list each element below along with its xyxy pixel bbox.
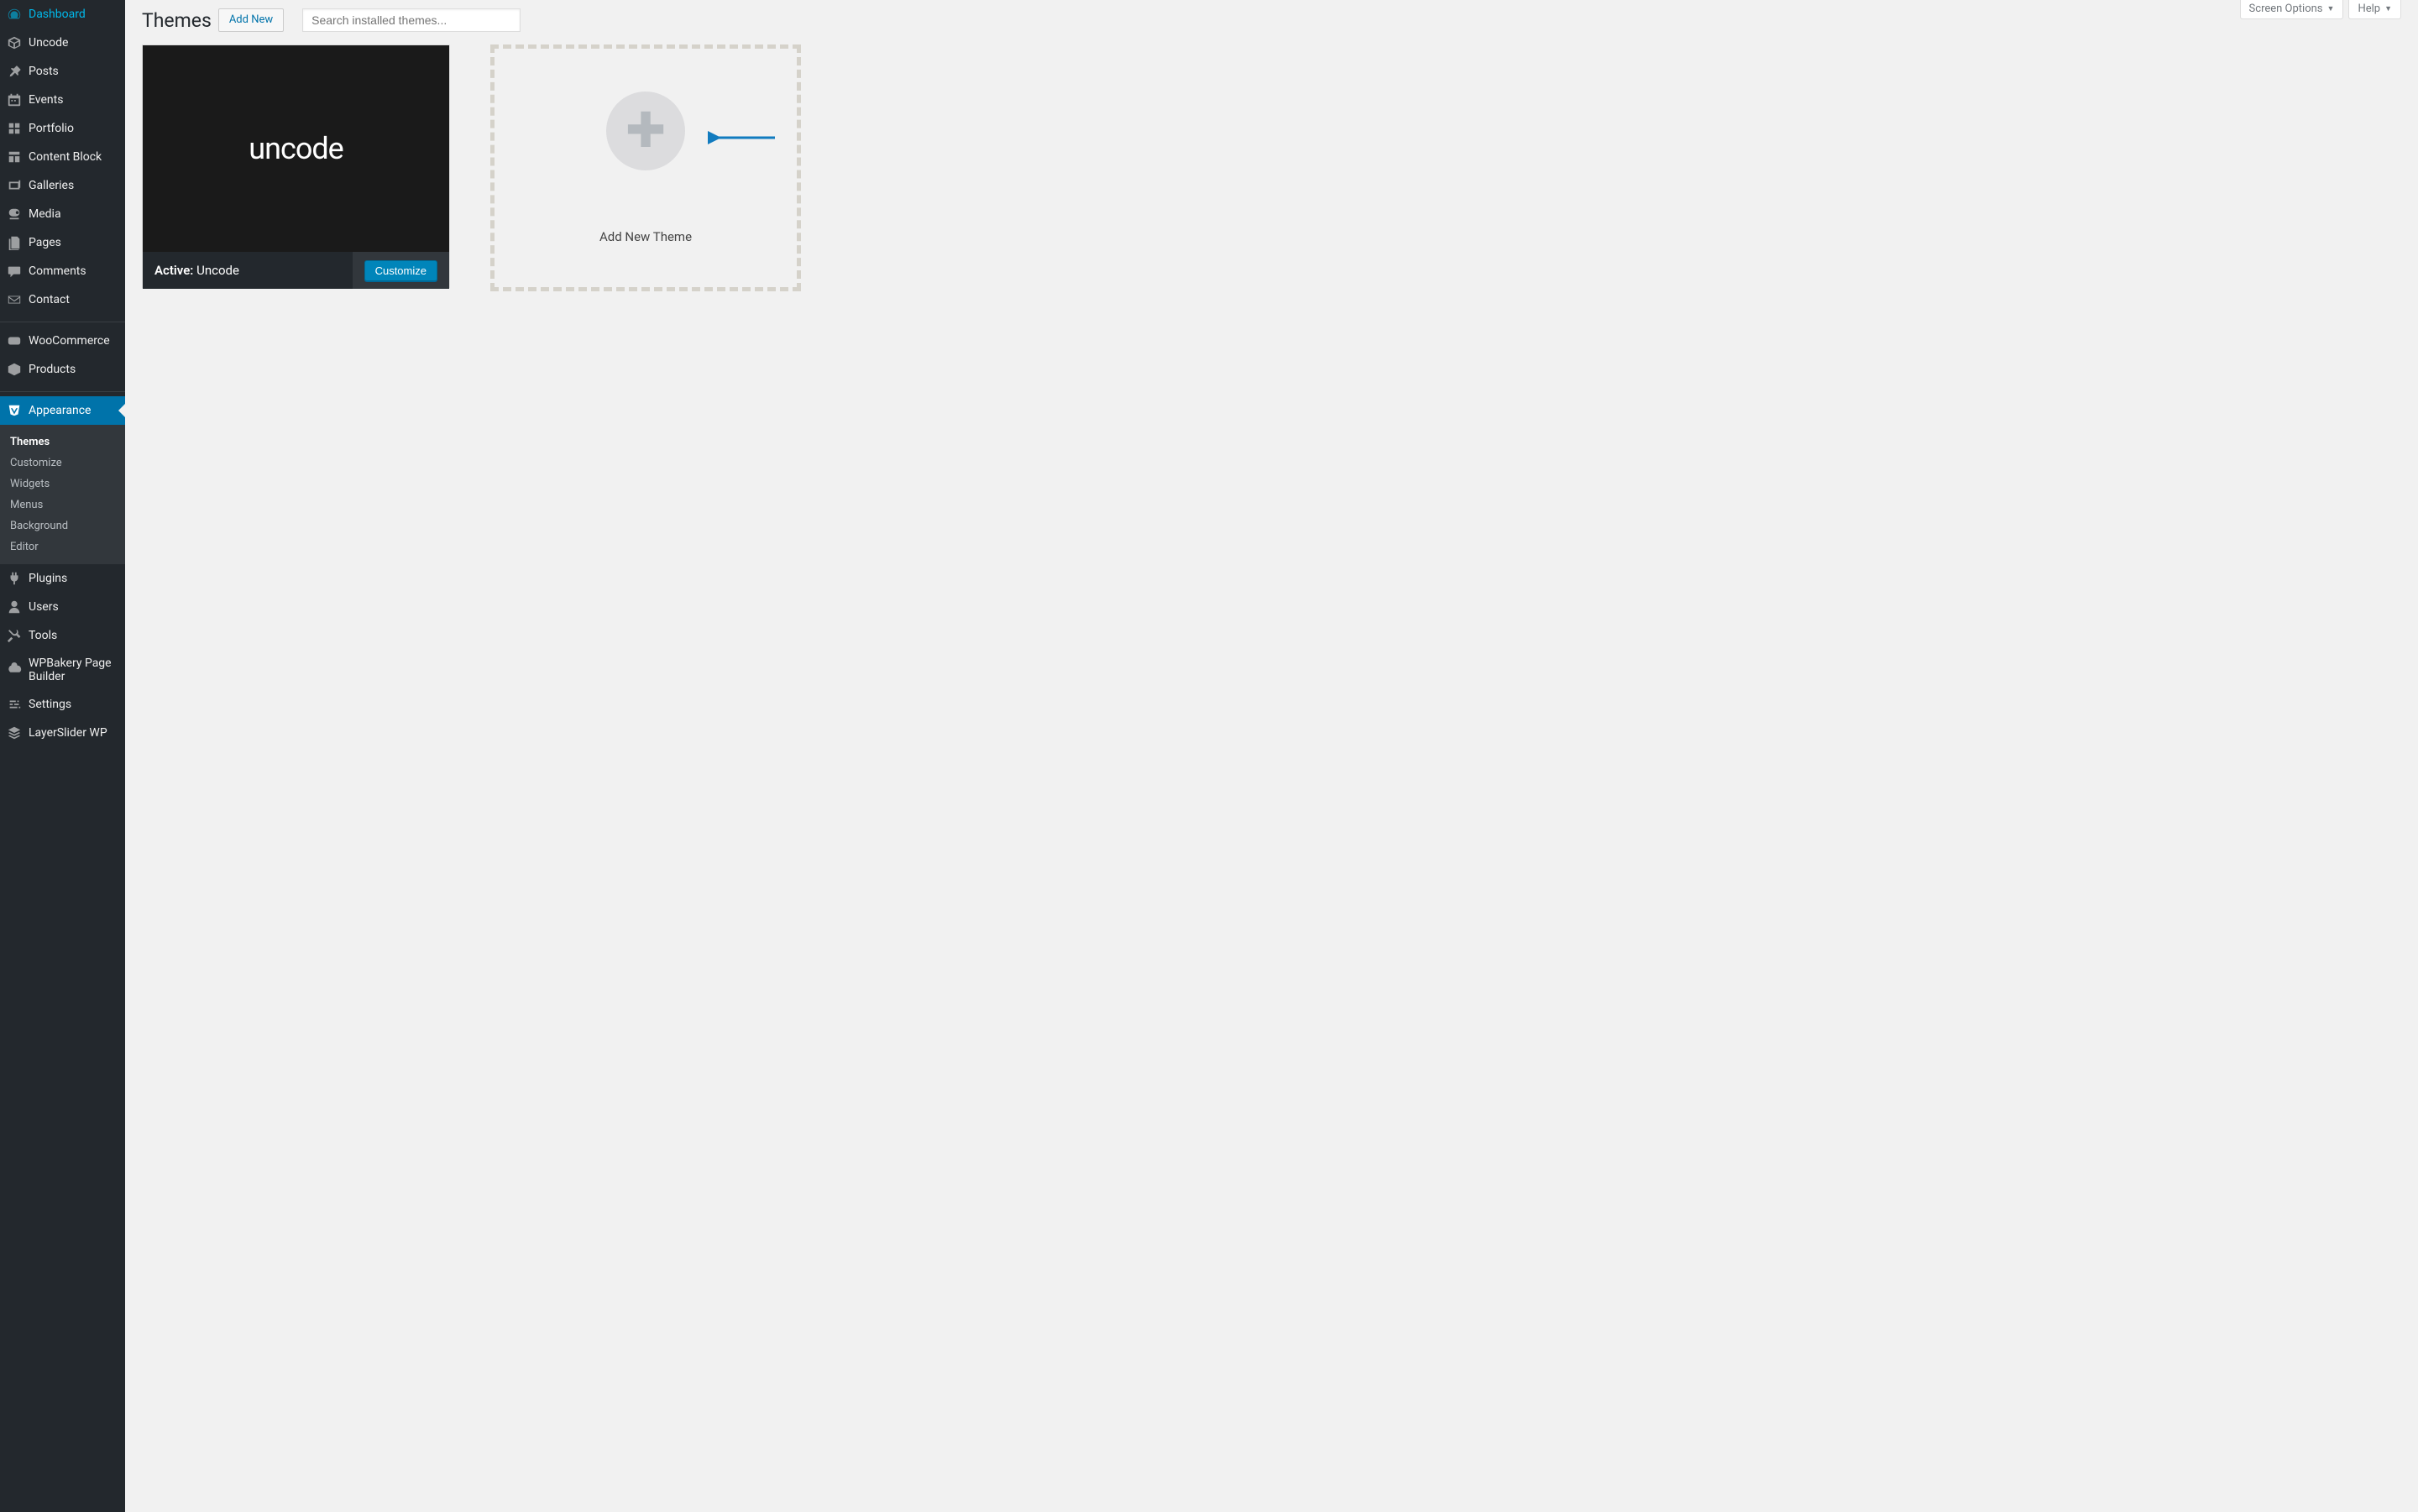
help-button[interactable]: Help ▼ xyxy=(2348,0,2401,19)
submenu-item-background[interactable]: Background xyxy=(0,515,125,536)
help-label: Help xyxy=(2358,3,2380,15)
portfolio-icon xyxy=(7,121,22,136)
sidebar-item-appearance[interactable]: Appearance xyxy=(0,396,125,425)
sidebar-item-uncode[interactable]: Uncode xyxy=(0,29,125,57)
appearance-submenu: Themes Customize Widgets Menus Backgroun… xyxy=(0,425,125,564)
sidebar-item-label: Tools xyxy=(29,629,57,642)
add-new-button[interactable]: Add New xyxy=(218,8,284,32)
theme-card-footer: Active: Uncode Customize xyxy=(143,252,449,289)
sidebar-item-plugins[interactable]: Plugins xyxy=(0,564,125,593)
appearance-icon xyxy=(7,403,22,418)
theme-card-uncode[interactable]: uncode Active: Uncode Customize xyxy=(142,44,450,288)
sidebar-item-contentblock[interactable]: Content Block xyxy=(0,143,125,171)
sidebar-item-dashboard[interactable]: Dashboard xyxy=(0,0,125,29)
sidebar-item-label: Products xyxy=(29,363,76,376)
submenu-item-editor[interactable]: Editor xyxy=(0,536,125,557)
theme-name-text: Uncode xyxy=(196,263,239,278)
chevron-down-icon: ▼ xyxy=(2327,4,2335,13)
submenu-item-customize[interactable]: Customize xyxy=(0,453,125,473)
sidebar-item-label: Portfolio xyxy=(29,122,74,135)
sidebar-item-label: Dashboard xyxy=(29,8,86,21)
page-title: Themes xyxy=(142,9,212,32)
sidebar-item-events[interactable]: Events xyxy=(0,86,125,114)
wpbakery-icon xyxy=(7,662,22,678)
calendar-icon xyxy=(7,92,22,107)
sidebar-item-label: Contact xyxy=(29,293,70,306)
plugins-icon xyxy=(7,571,22,586)
submenu-item-widgets[interactable]: Widgets xyxy=(0,473,125,494)
sidebar-item-posts[interactable]: Posts xyxy=(0,57,125,86)
comments-icon xyxy=(7,264,22,279)
sidebar-item-woocommerce[interactable]: WooCommerce xyxy=(0,327,125,355)
sidebar-item-label: Content Block xyxy=(29,150,102,164)
sidebar-item-label: Posts xyxy=(29,65,59,78)
woocommerce-icon xyxy=(7,333,22,348)
pages-icon xyxy=(7,235,22,250)
theme-actions: Customize xyxy=(353,252,449,289)
tools-icon xyxy=(7,628,22,643)
dashboard-icon xyxy=(7,7,22,22)
products-icon xyxy=(7,362,22,377)
theme-logo-text: uncode xyxy=(249,131,343,166)
arrow-icon xyxy=(708,128,778,148)
top-right-controls: Screen Options ▼ Help ▼ xyxy=(2240,0,2401,19)
media-icon xyxy=(7,207,22,222)
sidebar-item-label: Plugins xyxy=(29,572,67,585)
sidebar-item-label: Settings xyxy=(29,698,71,711)
users-icon xyxy=(7,599,22,615)
contact-icon xyxy=(7,292,22,307)
plus-icon: ✚ xyxy=(625,107,667,155)
sidebar-item-layerslider[interactable]: LayerSlider WP xyxy=(0,719,125,747)
menu-separator xyxy=(0,388,125,392)
sidebar-item-label: Users xyxy=(29,600,59,614)
admin-sidebar: Dashboard Uncode Posts Events Portfolio … xyxy=(0,0,125,1512)
sidebar-item-tools[interactable]: Tools xyxy=(0,621,125,650)
sidebar-item-wpbakery[interactable]: WPBakery Page Builder xyxy=(0,650,125,690)
galleries-icon xyxy=(7,178,22,193)
plus-circle: ✚ xyxy=(606,92,685,170)
sidebar-item-galleries[interactable]: Galleries xyxy=(0,171,125,200)
layerslider-icon xyxy=(7,725,22,740)
sidebar-item-users[interactable]: Users xyxy=(0,593,125,621)
pin-icon xyxy=(7,64,22,79)
page-header: Themes Add New xyxy=(142,0,2401,44)
sidebar-item-label: Galleries xyxy=(29,179,74,192)
sidebar-item-products[interactable]: Products xyxy=(0,355,125,384)
sidebar-item-label: Uncode xyxy=(29,36,68,50)
sidebar-item-label: Appearance xyxy=(29,404,91,417)
submenu-item-menus[interactable]: Menus xyxy=(0,494,125,515)
add-new-theme-card[interactable]: ✚ Add New Theme xyxy=(490,44,801,291)
uncode-icon xyxy=(7,35,22,50)
sidebar-item-portfolio[interactable]: Portfolio xyxy=(0,114,125,143)
sidebar-item-comments[interactable]: Comments xyxy=(0,257,125,285)
sidebar-item-label: WPBakery Page Builder xyxy=(29,657,118,683)
themes-grid: uncode Active: Uncode Customize ✚ Add Ne… xyxy=(142,44,2401,291)
submenu-item-themes[interactable]: Themes xyxy=(0,432,125,453)
sidebar-item-settings[interactable]: Settings xyxy=(0,690,125,719)
sidebar-item-label: Comments xyxy=(29,264,86,278)
search-input[interactable] xyxy=(302,8,521,32)
theme-active-label: Active: xyxy=(154,263,193,278)
main-content: Screen Options ▼ Help ▼ Themes Add New u… xyxy=(125,0,2418,1512)
sidebar-item-media[interactable]: Media xyxy=(0,200,125,228)
sidebar-item-label: Pages xyxy=(29,236,61,249)
sidebar-item-label: LayerSlider WP xyxy=(29,726,107,740)
customize-button[interactable]: Customize xyxy=(364,260,437,281)
theme-name: Active: Uncode xyxy=(154,263,239,278)
settings-icon xyxy=(7,697,22,712)
screen-options-label: Screen Options xyxy=(2249,3,2323,15)
sidebar-item-pages[interactable]: Pages xyxy=(0,228,125,257)
sidebar-item-label: Events xyxy=(29,93,63,107)
sidebar-item-label: Media xyxy=(29,207,61,221)
contentblock-icon xyxy=(7,149,22,165)
chevron-down-icon: ▼ xyxy=(2384,4,2392,13)
menu-separator xyxy=(0,318,125,322)
screen-options-button[interactable]: Screen Options ▼ xyxy=(2240,0,2344,19)
add-new-theme-label: Add New Theme xyxy=(599,229,692,244)
sidebar-item-contact[interactable]: Contact xyxy=(0,285,125,314)
sidebar-item-label: WooCommerce xyxy=(29,334,110,348)
theme-screenshot: uncode xyxy=(143,45,449,252)
